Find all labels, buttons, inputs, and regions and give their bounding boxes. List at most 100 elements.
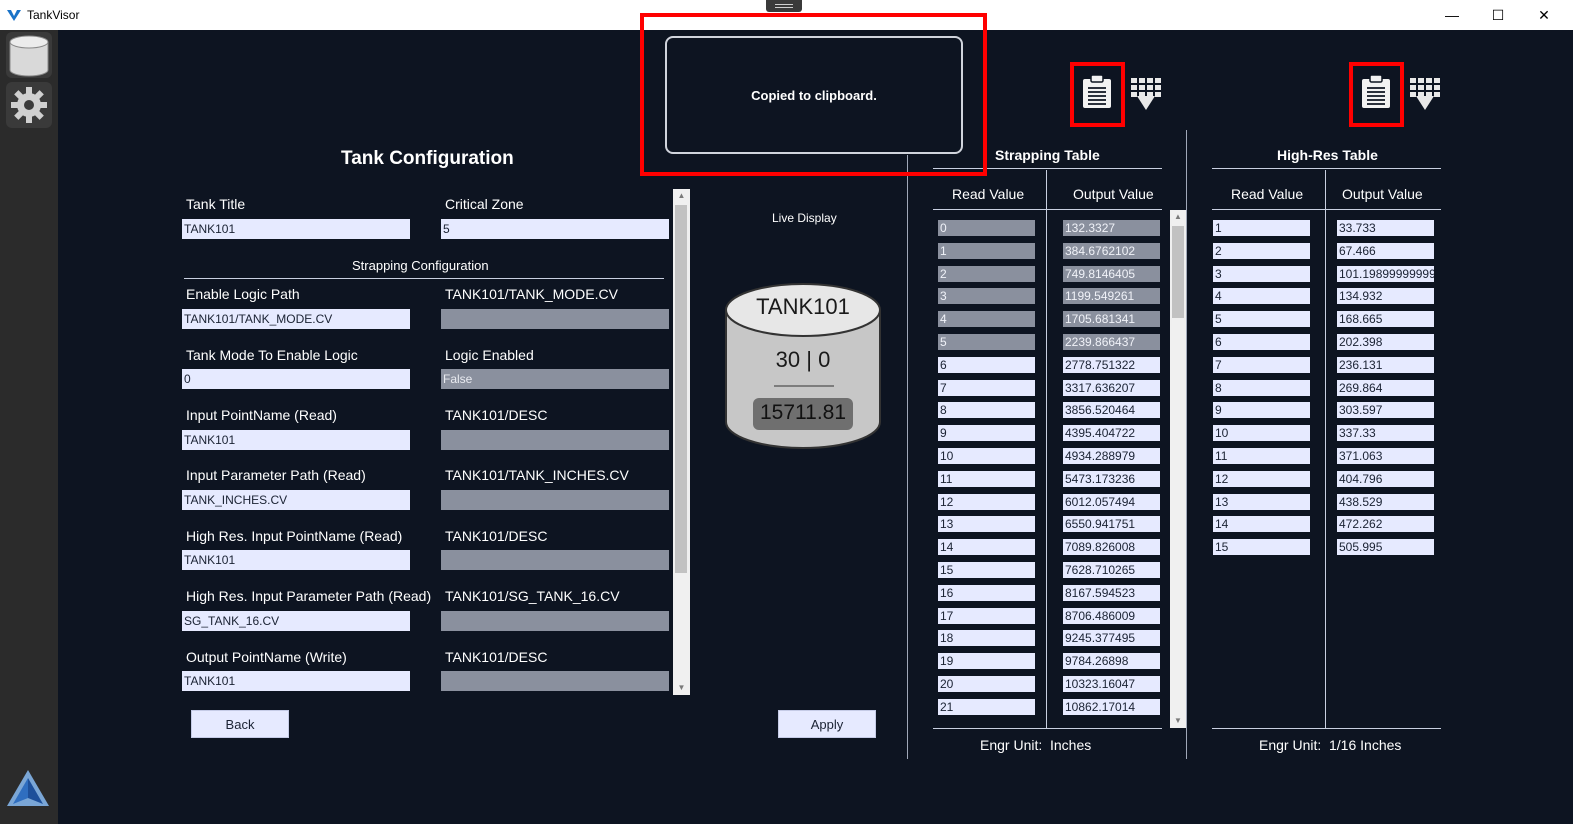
table-cell-read[interactable]: 1 (938, 242, 1035, 259)
table-cell-read[interactable]: 2 (1213, 242, 1310, 259)
table-cell-output[interactable]: 2239.866437 (1063, 334, 1160, 350)
apply-button[interactable]: Apply (778, 710, 876, 738)
table-cell-read[interactable]: 7 (938, 379, 1035, 396)
critical-zone-input[interactable]: 5 (441, 219, 669, 239)
input-pointname-input[interactable]: TANK101 (182, 430, 410, 450)
table-cell-read[interactable]: 4 (1213, 288, 1310, 305)
download-icon[interactable] (1408, 76, 1442, 112)
table-cell-output[interactable]: 438.529 (1337, 493, 1434, 510)
table-cell-read[interactable]: 10 (938, 448, 1035, 464)
table-cell-read[interactable]: 5 (938, 334, 1035, 350)
table-cell-output[interactable]: 6012.057494 (1063, 493, 1160, 510)
table-cell-output[interactable]: 1199.549261 (1063, 288, 1160, 305)
table-cell-output[interactable]: 337.33 (1337, 425, 1434, 442)
table-cell-output[interactable]: 269.864 (1337, 379, 1434, 396)
config-scroll-thumb[interactable] (675, 205, 687, 573)
table-cell-read[interactable]: 6 (938, 356, 1035, 373)
table-cell-read[interactable]: 7 (1213, 356, 1310, 373)
table-cell-output[interactable]: 2778.751322 (1063, 356, 1160, 373)
table-cell-output[interactable]: 7628.710265 (1063, 562, 1160, 578)
table-cell-output[interactable]: 5473.173236 (1063, 470, 1160, 487)
table-cell-read[interactable]: 13 (1213, 493, 1310, 510)
highres-pointname-input[interactable]: TANK101 (182, 550, 410, 570)
table-cell-output[interactable]: 4934.288979 (1063, 448, 1160, 464)
table-cell-output[interactable]: 384.6762102 (1063, 242, 1160, 259)
scroll-down-arrow-icon[interactable]: ▼ (673, 681, 690, 695)
download-icon[interactable] (1129, 76, 1163, 112)
table-cell-read[interactable]: 19 (938, 653, 1035, 670)
table-cell-read[interactable]: 18 (938, 630, 1035, 647)
table-cell-output[interactable]: 7089.826008 (1063, 539, 1160, 556)
table-cell-read[interactable]: 5 (1213, 311, 1310, 328)
table-cell-read[interactable]: 11 (938, 470, 1035, 487)
drag-grip-handle[interactable] (766, 0, 802, 12)
table-cell-output[interactable]: 202.398 (1337, 334, 1434, 350)
table-cell-read[interactable]: 21 (938, 698, 1035, 715)
table-cell-output[interactable]: 67.466 (1337, 242, 1434, 259)
table-cell-read[interactable]: 13 (938, 516, 1035, 533)
maximize-button[interactable]: ☐ (1475, 0, 1521, 30)
table-cell-read[interactable]: 8 (1213, 379, 1310, 396)
table-cell-read[interactable]: 15 (938, 562, 1035, 578)
table-cell-output[interactable]: 236.131 (1337, 356, 1434, 373)
input-parameter-path-input[interactable]: TANK_INCHES.CV (182, 490, 410, 510)
table-cell-output[interactable]: 10323.16047 (1063, 676, 1160, 692)
scroll-up-arrow-icon[interactable]: ▲ (1170, 210, 1186, 224)
table-cell-read[interactable]: 16 (938, 584, 1035, 601)
table-cell-read[interactable]: 8 (938, 402, 1035, 419)
table-cell-read[interactable]: 9 (1213, 402, 1310, 419)
table-cell-output[interactable]: 1705.681341 (1063, 311, 1160, 328)
scroll-down-arrow-icon[interactable]: ▼ (1170, 714, 1186, 728)
table-cell-read[interactable]: 10 (1213, 425, 1310, 442)
table-cell-output[interactable]: 505.995 (1337, 539, 1434, 556)
table-cell-read[interactable]: 12 (1213, 470, 1310, 487)
table-cell-read[interactable]: 4 (938, 311, 1035, 328)
table-cell-read[interactable]: 12 (938, 493, 1035, 510)
table-cell-output[interactable]: 8167.594523 (1063, 584, 1160, 601)
table-cell-read[interactable]: 1 (1213, 220, 1310, 236)
strapping-scroll-thumb[interactable] (1172, 226, 1184, 318)
enable-logic-path-input[interactable]: TANK101/TANK_MODE.CV (182, 309, 410, 329)
table-cell-output[interactable]: 8706.486009 (1063, 607, 1160, 624)
table-cell-output[interactable]: 101.198999999999 (1337, 265, 1434, 282)
table-cell-output[interactable]: 3317.636207 (1063, 379, 1160, 396)
table-cell-read[interactable]: 17 (938, 607, 1035, 624)
table-cell-output[interactable]: 134.932 (1337, 288, 1434, 305)
table-cell-read[interactable]: 11 (1213, 448, 1310, 464)
back-button[interactable]: Back (191, 710, 289, 738)
table-cell-output[interactable]: 4395.404722 (1063, 425, 1160, 442)
table-cell-read[interactable]: 3 (938, 288, 1035, 305)
table-cell-read[interactable]: 14 (1213, 516, 1310, 533)
minimize-button[interactable]: — (1429, 0, 1475, 30)
table-cell-output[interactable]: 749.8146405 (1063, 265, 1160, 282)
strapping-scrollbar[interactable]: ▲ ▼ (1170, 210, 1186, 728)
table-cell-output[interactable]: 9245.377495 (1063, 630, 1160, 647)
gear-icon[interactable] (6, 82, 52, 128)
table-cell-output[interactable]: 371.063 (1337, 448, 1434, 464)
table-cell-output[interactable]: 6550.941751 (1063, 516, 1160, 533)
table-cell-output[interactable]: 33.733 (1337, 220, 1434, 236)
table-cell-output[interactable]: 132.3327 (1063, 220, 1160, 236)
tank-mode-input[interactable]: 0 (182, 369, 410, 389)
table-cell-output[interactable]: 404.796 (1337, 470, 1434, 487)
table-cell-output[interactable]: 303.597 (1337, 402, 1434, 419)
table-cell-read[interactable]: 14 (938, 539, 1035, 556)
close-button[interactable]: ✕ (1521, 0, 1567, 30)
tank-title-input[interactable]: TANK101 (182, 219, 410, 239)
table-cell-read[interactable]: 15 (1213, 539, 1310, 556)
table-cell-read[interactable]: 20 (938, 676, 1035, 692)
table-cell-read[interactable]: 2 (938, 265, 1035, 282)
highres-parameter-path-input[interactable]: SG_TANK_16.CV (182, 611, 410, 631)
table-cell-output[interactable]: 9784.26898 (1063, 653, 1160, 670)
scroll-up-arrow-icon[interactable]: ▲ (673, 189, 690, 203)
config-scrollbar[interactable]: ▲ ▼ (673, 189, 690, 695)
table-cell-output[interactable]: 168.665 (1337, 311, 1434, 328)
table-cell-read[interactable]: 3 (1213, 265, 1310, 282)
table-cell-output[interactable]: 10862.17014 (1063, 698, 1160, 715)
table-cell-read[interactable]: 0 (938, 220, 1035, 236)
table-cell-output[interactable]: 472.262 (1337, 516, 1434, 533)
table-cell-read[interactable]: 6 (1213, 334, 1310, 350)
table-cell-output[interactable]: 3856.520464 (1063, 402, 1160, 419)
database-icon[interactable] (6, 32, 52, 78)
output-pointname-input[interactable]: TANK101 (182, 671, 410, 691)
